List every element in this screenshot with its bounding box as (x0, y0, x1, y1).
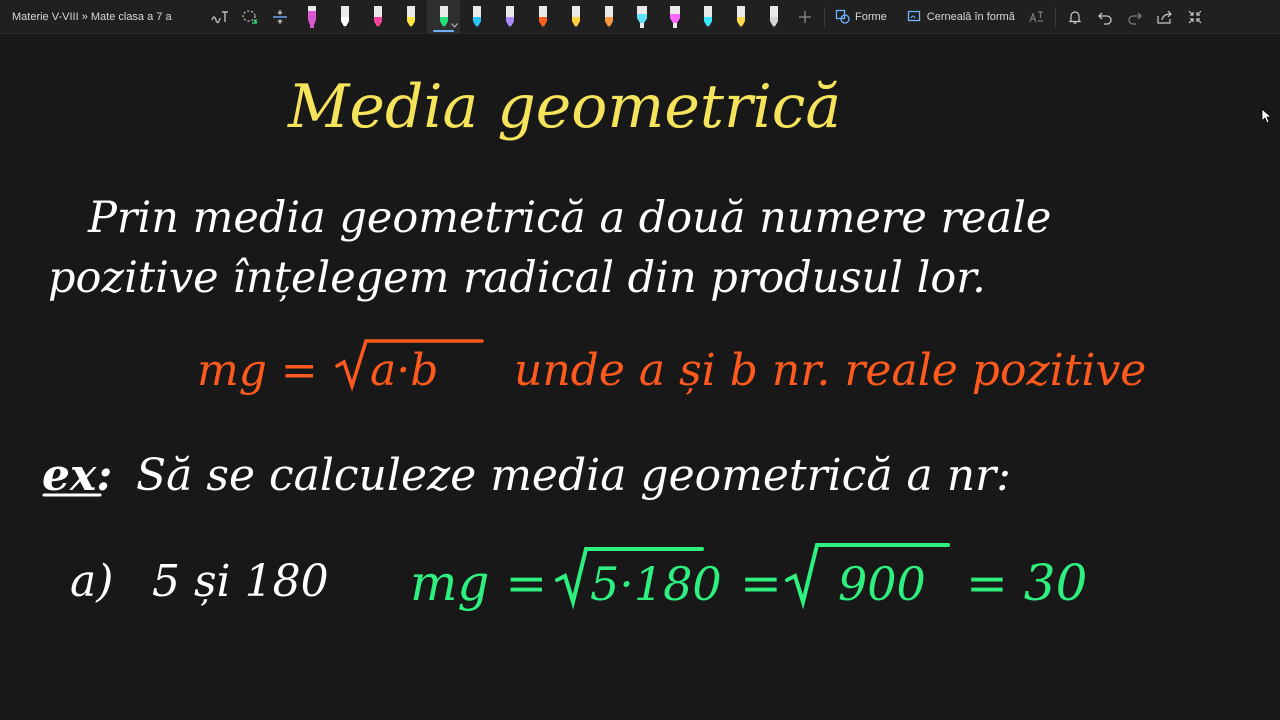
redo-button[interactable] (1120, 0, 1150, 34)
highlighter-icon (636, 5, 647, 28)
breadcrumb[interactable]: Materie V-VIII » Mate clasa a 7 a (0, 11, 205, 23)
undo-icon (1097, 12, 1112, 25)
notifications-button[interactable] (1060, 0, 1090, 34)
pen-icon (571, 5, 580, 28)
formula-lhs: mg = (197, 345, 318, 396)
example-label: ex: (42, 450, 112, 501)
shapes-label: Forme (855, 10, 887, 23)
formula-radicand: a·b (370, 345, 438, 396)
ink-to-shape-button[interactable]: Cerneală în formă (901, 4, 1021, 30)
pen-icon (604, 5, 613, 28)
redo-icon (1128, 12, 1142, 25)
definition-line-2: pozitive înțelegem radical din produsul … (48, 253, 986, 303)
pen-14-button[interactable] (724, 0, 757, 34)
example-text: Să se calculeze media geometrică a nr: (136, 450, 1011, 501)
solution-lhs: mg = (410, 554, 547, 612)
pen-3-button[interactable] (361, 0, 394, 34)
item-numbers: 5 și 180 (152, 556, 329, 607)
solution-equals: = (740, 554, 782, 612)
pen-gallery (295, 0, 790, 34)
definition-line-1: Prin media geometrică a două numere real… (87, 193, 1051, 243)
shapes-button[interactable]: Forme (829, 4, 893, 30)
pen-icon (472, 5, 481, 28)
shapes-icon (835, 9, 850, 24)
pen-icon (340, 5, 349, 28)
pen-15-button[interactable] (757, 0, 790, 34)
ink-layer: .hw { font-family:"DejaVu Serif", serif;… (42, 72, 1146, 612)
marker-icon (307, 5, 316, 28)
pen-13-button[interactable] (691, 0, 724, 34)
ink-to-text-button[interactable] (205, 0, 235, 34)
lasso-icon (242, 9, 258, 24)
toolbar-divider (824, 6, 825, 27)
pen-9-button[interactable] (559, 0, 592, 34)
undo-button[interactable] (1090, 0, 1120, 34)
ink-to-shape-icon (907, 10, 920, 22)
ribbon-toolbar: Materie V-VIII » Mate clasa a 7 a Forme … (0, 0, 1280, 34)
pen-12-button[interactable] (658, 0, 691, 34)
add-pen-button[interactable] (790, 0, 820, 34)
highlighter-icon (669, 5, 680, 28)
solution-radicand-1: 5·180 (590, 557, 722, 611)
bell-icon (1068, 10, 1081, 24)
pen-icon (703, 5, 712, 28)
pen-icon (373, 5, 382, 28)
toolbar-divider (1054, 6, 1056, 27)
pen-icon (538, 5, 547, 28)
pen-6-button[interactable] (460, 0, 493, 34)
mouse-cursor-icon (1261, 108, 1273, 124)
pen-icon (769, 5, 778, 28)
pen-2-button[interactable] (328, 0, 361, 34)
insert-space-icon (273, 9, 287, 24)
note-title: Media geometrică (287, 72, 841, 142)
pen-11-button[interactable] (625, 0, 658, 34)
solution-result: = 30 (966, 554, 1087, 612)
formula-condition: unde a și b nr. reale pozitive (514, 345, 1146, 396)
share-button[interactable] (1150, 0, 1180, 34)
ink-to-math-button[interactable] (1021, 0, 1051, 34)
ink-to-shape-label: Cerneală în formă (926, 10, 1015, 23)
pen-8-button[interactable] (526, 0, 559, 34)
share-icon (1157, 10, 1172, 24)
pen-4-button[interactable] (394, 0, 427, 34)
lasso-select-button[interactable] (235, 0, 265, 34)
pen-1-button[interactable] (295, 0, 328, 34)
ink-to-math-icon (1029, 10, 1043, 22)
solution-radicand-2: 900 (838, 557, 926, 611)
plus-icon (799, 10, 811, 23)
pen-icon (406, 5, 415, 28)
pen-icon (505, 5, 514, 28)
pen-5-button[interactable] (427, 0, 460, 34)
pen-10-button[interactable] (592, 0, 625, 34)
item-label: a) (70, 556, 113, 607)
pen-icon (439, 5, 448, 28)
pen-icon (736, 5, 745, 28)
fullscreen-icon (1188, 10, 1202, 23)
pen-7-button[interactable] (493, 0, 526, 34)
insert-space-button[interactable] (265, 0, 295, 34)
ink-to-text-icon (211, 10, 228, 23)
chevron-down-icon (451, 22, 458, 28)
fullscreen-button[interactable] (1180, 0, 1210, 34)
note-canvas[interactable]: .hw { font-family:"DejaVu Serif", serif;… (0, 35, 1280, 720)
